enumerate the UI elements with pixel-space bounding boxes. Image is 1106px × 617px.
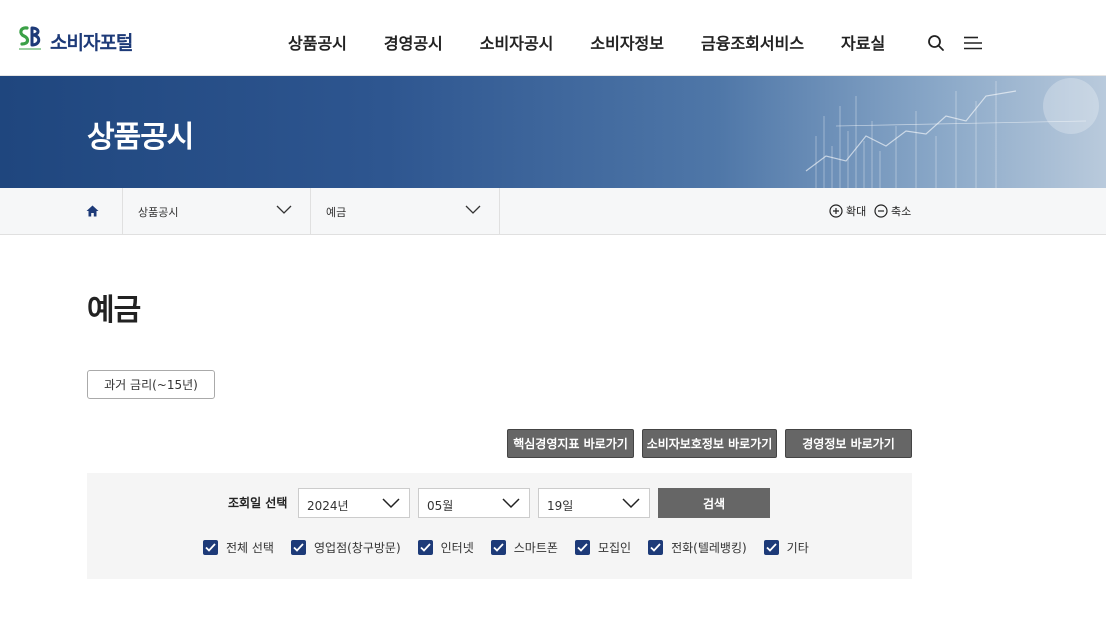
plus-circle-icon — [829, 204, 843, 218]
page-title: 예금 — [87, 293, 141, 328]
chevron-down-icon — [502, 498, 520, 509]
checkmark-icon — [290, 540, 306, 555]
logo-text: 소비자포털 — [50, 31, 133, 54]
site-header: 소비자포털 상품공시 경영공시 소비자공시 소비자정보 금융조회서비스 자료실 — [0, 0, 1106, 76]
nav-item-financial-inquiry[interactable]: 금융조회서비스 — [701, 30, 804, 54]
channel-checkbox-group: 전체 선택 영업점(창구방문) 인터넷 스마트폰 모집인 전화(텔레뱅킹) 기타 — [203, 539, 826, 556]
checkbox-label: 인터넷 — [440, 541, 474, 555]
nav-item-product-disclosure[interactable]: 상품공시 — [288, 30, 347, 54]
chevron-down-icon — [622, 498, 640, 509]
zoom-out-button[interactable]: 축소 — [874, 203, 911, 219]
day-select[interactable]: 19일 — [538, 488, 650, 518]
month-select-value: 05월 — [427, 499, 454, 513]
search-icon[interactable] — [927, 34, 945, 52]
checkbox-smartphone[interactable]: 스마트폰 — [490, 539, 558, 556]
nav-item-consumer-info[interactable]: 소비자정보 — [590, 30, 664, 54]
checkmark-icon — [417, 540, 433, 555]
breadcrumb-level1-dropdown[interactable]: 상품공시 — [123, 188, 311, 234]
nav-item-consumer-disclosure[interactable]: 소비자공시 — [480, 30, 554, 54]
site-logo[interactable]: 소비자포털 — [16, 24, 133, 58]
sb-logo-icon — [16, 24, 44, 58]
checkbox-label: 전체 선택 — [226, 541, 274, 555]
consumer-protection-link-button[interactable]: 소비자보호정보 바로가기 — [642, 429, 777, 458]
day-select-value: 19일 — [547, 499, 574, 513]
chevron-down-icon — [382, 498, 400, 509]
zoom-in-label: 확대 — [846, 205, 867, 218]
past-rate-button[interactable]: 과거 금리(~15년) — [87, 370, 215, 399]
key-indicators-link-button[interactable]: 핵심경영지표 바로가기 — [507, 429, 634, 458]
minus-circle-icon — [874, 204, 888, 218]
checkbox-telebanking[interactable]: 전화(텔레뱅킹) — [648, 539, 747, 556]
year-select[interactable]: 2024년 — [298, 488, 410, 518]
month-select[interactable]: 05월 — [418, 488, 530, 518]
zoom-out-label: 축소 — [891, 205, 912, 218]
checkmark-icon — [574, 540, 590, 555]
checkbox-label: 전화(텔레뱅킹) — [671, 541, 747, 555]
breadcrumb-level2-label: 예금 — [326, 206, 347, 219]
hamburger-icon[interactable] — [963, 35, 983, 50]
home-icon[interactable] — [62, 188, 123, 234]
stock-chart-decoration — [805, 78, 1099, 188]
checkbox-internet[interactable]: 인터넷 — [417, 539, 474, 556]
breadcrumb: 상품공시 예금 확대 축소 — [0, 188, 1106, 235]
checkbox-other[interactable]: 기타 — [763, 539, 809, 556]
checkbox-label: 스마트폰 — [513, 541, 558, 555]
checkbox-branch[interactable]: 영업점(창구방문) — [290, 539, 401, 556]
year-select-value: 2024년 — [307, 499, 349, 513]
main-nav: 상품공시 경영공시 소비자공시 소비자정보 금융조회서비스 자료실 — [288, 30, 922, 54]
management-info-link-button[interactable]: 경영정보 바로가기 — [785, 429, 912, 458]
zoom-in-button[interactable]: 확대 — [829, 203, 866, 219]
nav-item-management-disclosure[interactable]: 경영공시 — [384, 30, 443, 54]
page-banner: 상품공시 — [0, 76, 1106, 188]
checkbox-label: 모집인 — [597, 541, 632, 555]
inquiry-date-label: 조회일 선택 — [228, 496, 288, 510]
checkmark-icon — [648, 540, 664, 555]
search-button[interactable]: 검색 — [658, 488, 770, 518]
checkbox-select-all[interactable]: 전체 선택 — [203, 539, 274, 556]
banner-title: 상품공시 — [87, 120, 194, 155]
nav-item-archive[interactable]: 자료실 — [841, 30, 885, 54]
search-panel: 조회일 선택 2024년 05월 19일 검색 전체 선택 영업점(창구방문) … — [87, 473, 912, 579]
chevron-down-icon — [276, 205, 292, 214]
checkmark-icon — [763, 540, 779, 555]
breadcrumb-level1-label: 상품공시 — [138, 206, 179, 219]
breadcrumb-level2-dropdown[interactable]: 예금 — [311, 188, 500, 234]
checkbox-label: 기타 — [786, 541, 809, 555]
chevron-down-icon — [465, 205, 481, 214]
checkbox-agent[interactable]: 모집인 — [574, 539, 632, 556]
checkmark-icon — [490, 540, 506, 555]
checkmark-icon — [203, 540, 218, 555]
checkbox-label: 영업점(창구방문) — [313, 541, 401, 555]
